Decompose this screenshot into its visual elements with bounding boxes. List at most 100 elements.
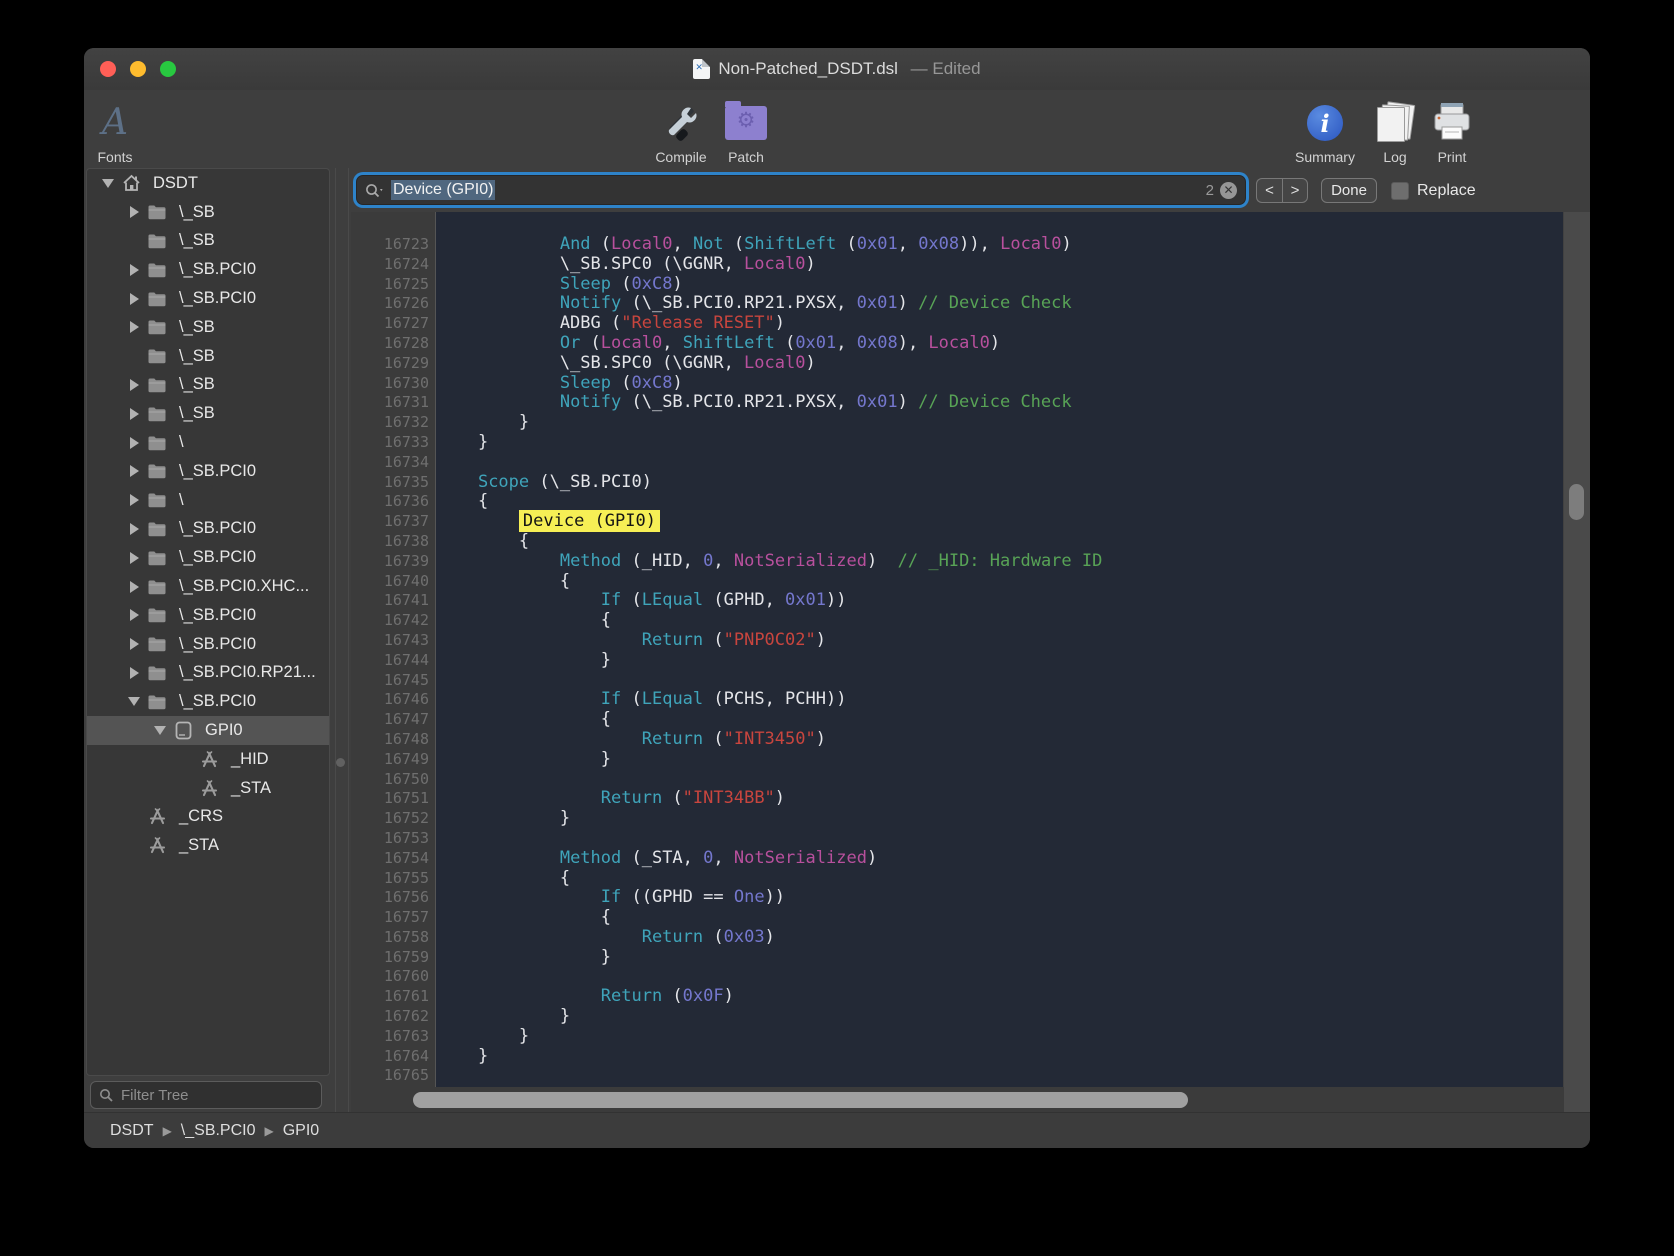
- code-line: Method (_STA, 0, NotSerialized): [437, 849, 1563, 869]
- next-match-button[interactable]: >: [1282, 178, 1308, 203]
- window-title-edited: — Edited: [906, 59, 981, 79]
- tree-item-sbpci0[interactable]: \_SB.PCI0: [87, 515, 329, 544]
- horizontal-scrollbar[interactable]: [351, 1087, 1564, 1113]
- tree-item-sbpci0[interactable]: \_SB.PCI0: [87, 687, 329, 716]
- tree-item-dsdt[interactable]: DSDT: [87, 169, 329, 198]
- tree-item-crs[interactable]: _CRS: [87, 803, 329, 832]
- code-line: If (LEqual (PCHS, PCHH)): [437, 690, 1563, 710]
- line-number: 16735: [365, 473, 435, 493]
- pane-splitter[interactable]: [330, 168, 351, 1113]
- disclosure-down-icon[interactable]: [123, 697, 145, 706]
- tree-item-sbpci0rp21[interactable]: \_SB.PCI0.RP21...: [87, 659, 329, 688]
- splitter-handle-icon[interactable]: [336, 758, 345, 767]
- tree-item-sbpci0[interactable]: \_SB.PCI0: [87, 284, 329, 313]
- clear-search-icon[interactable]: ✕: [1220, 182, 1237, 199]
- tree-item-label: \_SB.PCI0: [179, 519, 256, 538]
- tree-item-[interactable]: \: [87, 486, 329, 515]
- breadcrumb-scope[interactable]: \_SB.PCI0: [181, 1122, 256, 1140]
- code-line: Or (Local0, ShiftLeft (0x01, 0x08), Loca…: [437, 334, 1563, 354]
- tree-item-sb[interactable]: \_SB: [87, 198, 329, 227]
- line-number: 16753: [365, 829, 435, 849]
- code-line: And (Local0, Not (ShiftLeft (0x01, 0x08)…: [437, 235, 1563, 255]
- folder-icon: [145, 233, 169, 249]
- search-input[interactable]: Device (GPI0) 2 ✕: [356, 175, 1246, 205]
- disclosure-down-icon[interactable]: [149, 726, 171, 735]
- disclosure-right-icon[interactable]: [123, 609, 145, 621]
- tree-item-hid[interactable]: _HID: [87, 745, 329, 774]
- tree-item-sb[interactable]: \_SB: [87, 371, 329, 400]
- sidebar-tree: DSDT\_SB\_SB\_SB.PCI0\_SB.PCI0\_SB\_SB\_…: [86, 168, 330, 1076]
- search-icon: [99, 1088, 113, 1102]
- tree-item-label: \_SB: [179, 404, 215, 423]
- folder-icon: [145, 694, 169, 710]
- code-line: Scope (\_SB.PCI0): [437, 473, 1563, 493]
- folder-icon: [145, 262, 169, 278]
- tree-item-sb[interactable]: \_SB: [87, 399, 329, 428]
- tree-item-sta[interactable]: _STA: [87, 831, 329, 860]
- disclosure-down-icon[interactable]: [97, 179, 119, 188]
- line-number: 16728: [365, 334, 435, 354]
- disclosure-right-icon[interactable]: [123, 581, 145, 593]
- disclosure-right-icon[interactable]: [123, 206, 145, 218]
- done-button[interactable]: Done: [1321, 178, 1377, 203]
- disclosure-right-icon[interactable]: [123, 465, 145, 477]
- tree-item-sb[interactable]: \_SB: [87, 227, 329, 256]
- vertical-scrollbar-thumb[interactable]: [1569, 484, 1584, 520]
- tree-item-[interactable]: \: [87, 428, 329, 457]
- tree-item-gpi0[interactable]: GPI0: [87, 716, 329, 745]
- disclosure-right-icon[interactable]: [123, 293, 145, 305]
- search-menu-icon[interactable]: [365, 183, 385, 198]
- tree-item-sta[interactable]: _STA: [87, 774, 329, 803]
- disclosure-right-icon[interactable]: [123, 494, 145, 506]
- tree-item-sbpci0[interactable]: \_SB.PCI0: [87, 255, 329, 284]
- code-line: {: [437, 611, 1563, 631]
- tree-item-sbpci0[interactable]: \_SB.PCI0: [87, 601, 329, 630]
- toolbar: A Fonts Compile Patch i Summar: [84, 90, 1590, 168]
- code-view[interactable]: And (Local0, Not (ShiftLeft (0x01, 0x08)…: [437, 212, 1563, 1087]
- filter-tree-input[interactable]: [119, 1086, 313, 1105]
- tree-item-sbpci0xhc[interactable]: \_SB.PCI0.XHC...: [87, 572, 329, 601]
- filter-tree-field[interactable]: [90, 1081, 322, 1109]
- tree-item-sb[interactable]: \_SB: [87, 313, 329, 342]
- disclosure-right-icon[interactable]: [123, 264, 145, 276]
- replace-checkbox[interactable]: [1391, 182, 1409, 200]
- method-icon: [197, 780, 221, 797]
- tree-item-sb[interactable]: \_SB: [87, 342, 329, 371]
- tree-item-sbpci0[interactable]: \_SB.PCI0: [87, 630, 329, 659]
- breadcrumb-root[interactable]: DSDT: [110, 1122, 154, 1140]
- tree-item-label: \_SB: [179, 318, 215, 337]
- folder-icon: [145, 665, 169, 681]
- replace-label: Replace: [1417, 182, 1476, 200]
- line-number: 16745: [365, 671, 435, 691]
- line-number: 16730: [365, 374, 435, 394]
- fonts-button[interactable]: A Fonts: [84, 94, 160, 166]
- code-line: }: [437, 651, 1563, 671]
- printer-icon: [1431, 100, 1473, 146]
- folder-icon: [145, 406, 169, 422]
- tree-item-label: GPI0: [205, 721, 243, 740]
- disclosure-right-icon[interactable]: [123, 321, 145, 333]
- tree-item-label: \_SB.PCI0: [179, 462, 256, 481]
- breadcrumb-device[interactable]: GPI0: [283, 1122, 319, 1140]
- code-line: }: [437, 413, 1563, 433]
- disclosure-right-icon[interactable]: [123, 523, 145, 535]
- tree-item-sbpci0[interactable]: \_SB.PCI0: [87, 543, 329, 572]
- disclosure-right-icon[interactable]: [123, 408, 145, 420]
- folder-icon: [145, 521, 169, 537]
- print-button[interactable]: Print: [1407, 94, 1497, 166]
- disclosure-right-icon[interactable]: [123, 379, 145, 391]
- tree-item-sbpci0[interactable]: \_SB.PCI0: [87, 457, 329, 486]
- horizontal-scrollbar-thumb[interactable]: [413, 1092, 1188, 1108]
- tree-item-label: \: [179, 433, 184, 452]
- disclosure-right-icon[interactable]: [123, 552, 145, 564]
- disclosure-right-icon[interactable]: [123, 667, 145, 679]
- previous-match-button[interactable]: <: [1256, 178, 1282, 203]
- disclosure-right-icon[interactable]: [123, 437, 145, 449]
- vertical-scrollbar[interactable]: [1563, 212, 1590, 1113]
- code-line: [437, 453, 1563, 473]
- disclosure-right-icon[interactable]: [123, 638, 145, 650]
- line-number: 16723: [365, 235, 435, 255]
- code-line: [437, 770, 1563, 790]
- patch-button[interactable]: Patch: [701, 94, 791, 166]
- code-line: {: [437, 710, 1563, 730]
